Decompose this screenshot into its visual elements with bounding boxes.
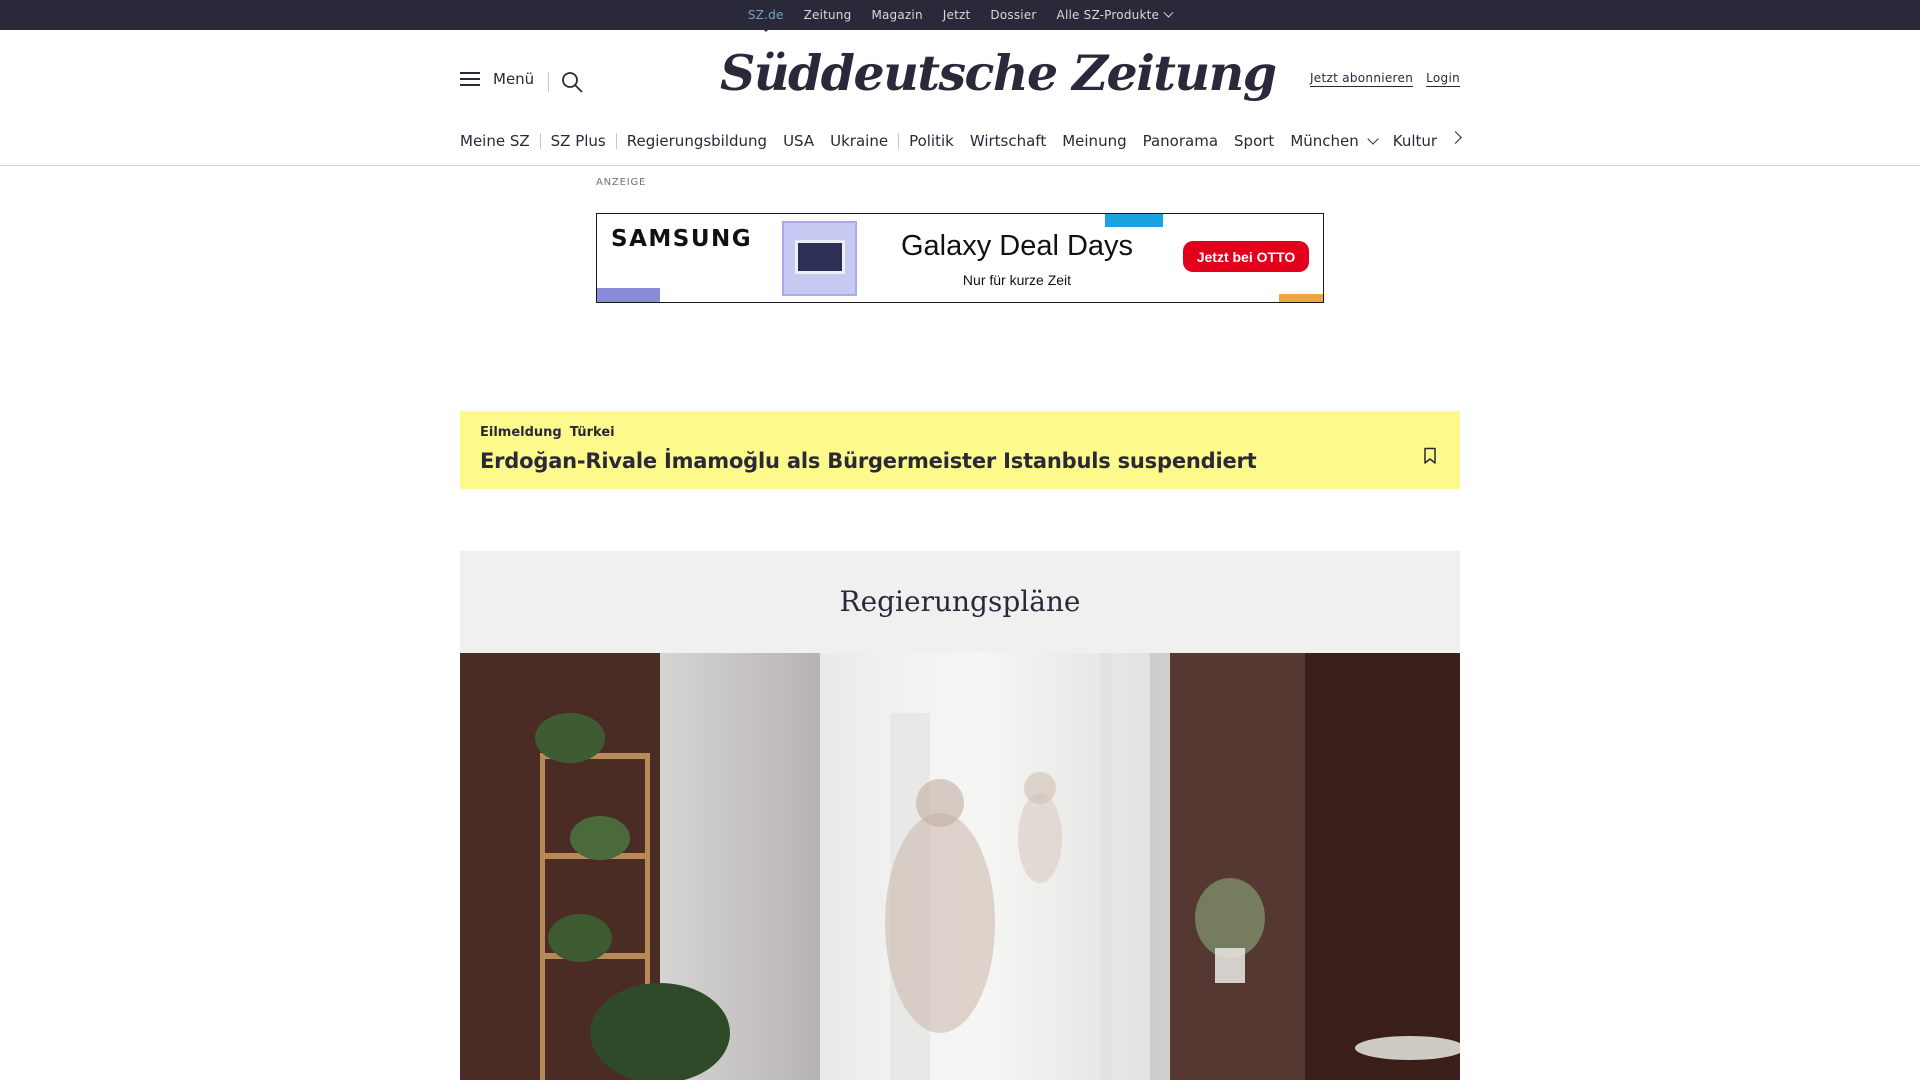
nav-item-wirtschaft[interactable]: Wirtschaft [970,132,1046,150]
topbar-link-zeitung[interactable]: Zeitung [804,8,852,22]
ad-banner[interactable]: SAMSUNG Galaxy Deal Days Nur für kurze Z… [596,213,1324,303]
nav-item-kultur[interactable]: Kultur [1393,132,1437,150]
ad-decor-blue [1105,214,1163,227]
menu-button[interactable]: Menü [460,70,534,88]
top-bar: SZ.de Zeitung Magazin Jetzt Dossier Alle… [0,0,1920,32]
topbar-link-szde[interactable]: SZ.de [748,8,784,32]
search-icon[interactable] [561,71,583,93]
topbar-link-dossier[interactable]: Dossier [990,8,1036,22]
nav-separator [615,133,617,149]
nav-item-muenchen[interactable]: München [1290,132,1379,150]
nav-item-usa[interactable]: USA [783,132,814,150]
subscribe-link[interactable]: Jetzt abonnieren [1310,71,1413,85]
breaking-headline: Erdoğan-Rivale İmamoğlu als Bürgermeiste… [480,449,1257,473]
login-link[interactable]: Login [1426,71,1460,85]
all-products-label: Alle SZ-Produkte [1056,8,1160,22]
breaking-label: Eilmeldung [480,425,562,440]
nav-divider [0,165,1920,166]
breaking-kicker: Eilmeldung Türkei [480,425,615,440]
ad-cta-button[interactable]: Jetzt bei OTTO [1183,241,1309,272]
nav-item-muenchen-label: München [1290,132,1359,150]
breaking-topic: Türkei [569,425,615,440]
nav-item-ukraine[interactable]: Ukraine [830,132,888,150]
ad-brand-logo: SAMSUNG [611,226,753,252]
nav-item-sport[interactable]: Sport [1234,132,1274,150]
main-navigation: Meine SZ SZ Plus Regierungsbildung USA U… [460,128,1460,154]
section-title[interactable]: Regierungspläne [460,585,1460,618]
nav-separator [539,133,541,149]
menu-label: Menü [493,70,535,88]
topbar-link-jetzt[interactable]: Jetzt [943,8,971,22]
account-links: Jetzt abonnieren Login [1310,71,1460,85]
site-logo[interactable]: Süddeutsche Zeitung [720,44,1277,114]
nav-item-panorama[interactable]: Panorama [1143,132,1218,150]
chevron-down-icon [1163,7,1174,18]
ad-label: ANZEIGE [596,177,647,188]
topbar-link-all-products[interactable]: Alle SZ-Produkte [1056,7,1174,22]
nav-item-sz-plus[interactable]: SZ Plus [551,132,606,150]
ad-headline: Galaxy Deal Days [900,230,1134,262]
section-header: Regierungspläne [460,551,1460,653]
topbar-link-magazin[interactable]: Magazin [871,8,922,22]
header-divider [548,72,549,92]
bookmark-icon[interactable] [1423,447,1437,465]
nav-item-politik[interactable]: Politik [909,132,954,150]
chevron-down-icon [1367,132,1379,145]
ad-decor-purple [597,288,660,302]
hamburger-icon [460,72,480,86]
ad-product-image [782,221,857,296]
hero-photo-illustration [460,653,1460,1080]
nav-item-meine-sz[interactable]: Meine SZ [460,132,530,150]
ad-subline: Nur für kurze Zeit [962,272,1072,288]
nav-separator [898,133,900,149]
product-links: SZ.de Zeitung Magazin Jetzt Dossier Alle… [0,0,1920,32]
ad-decor-orange [1279,294,1323,302]
nav-item-regierungsbildung[interactable]: Regierungsbildung [627,132,767,150]
hero-image[interactable] [460,653,1460,1080]
nav-item-meinung[interactable]: Meinung [1062,132,1126,150]
breaking-news-banner[interactable]: Eilmeldung Türkei Erdoğan-Rivale İmamoğl… [460,411,1460,489]
